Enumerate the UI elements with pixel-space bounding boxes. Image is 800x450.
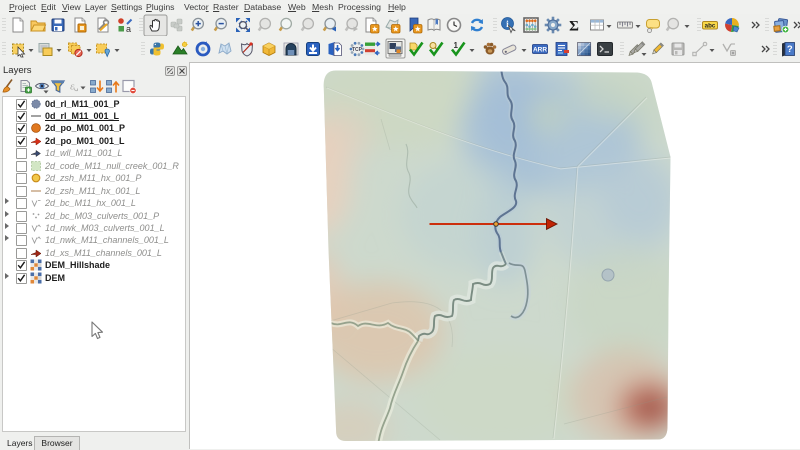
- svg-text:ε: ε: [70, 81, 75, 93]
- svg-text:TCP: TCP: [352, 47, 363, 53]
- svg-text:ARR: ARR: [533, 47, 547, 54]
- svg-text:?: ?: [787, 44, 793, 55]
- svg-text:1: 1: [454, 41, 459, 50]
- svg-text:Σ: Σ: [569, 19, 579, 35]
- svg-text:abc: abc: [705, 23, 716, 30]
- svg-text:i: i: [506, 20, 509, 30]
- svg-text:a: a: [126, 24, 131, 34]
